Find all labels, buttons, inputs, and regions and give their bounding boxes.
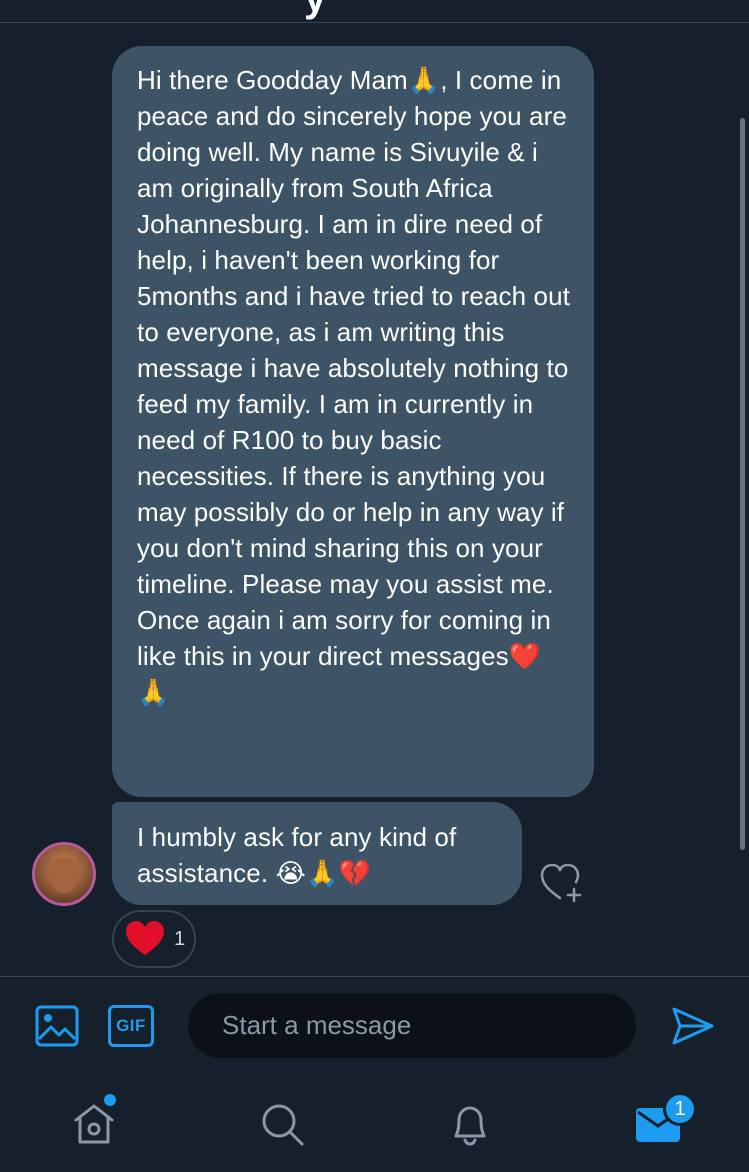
home-icon[interactable]	[70, 1100, 118, 1148]
composer-divider	[0, 976, 749, 977]
heart-icon	[126, 921, 164, 955]
message-input[interactable]: Start a message	[188, 993, 636, 1058]
avatar[interactable]	[32, 842, 96, 906]
scrollbar[interactable]	[740, 118, 745, 850]
image-icon[interactable]	[35, 1005, 79, 1047]
mail-badge: 1	[663, 1092, 697, 1126]
heart-add-icon[interactable]	[538, 860, 586, 904]
home-notification-dot	[104, 1094, 116, 1106]
message-bubble[interactable]: I humbly ask for any kind of assistance.…	[112, 802, 522, 905]
gif-button[interactable]: GIF	[108, 1005, 154, 1047]
conversation-title: y	[304, 0, 326, 18]
message-text: Hi there Goodday Mam🙏, I come in peace a…	[137, 65, 570, 707]
message-bubble[interactable]: Hi there Goodday Mam🙏, I come in peace a…	[112, 46, 594, 797]
conversation-header: y	[0, 0, 749, 23]
avatar-face	[49, 857, 79, 893]
dm-conversation-screen: y Hi there Goodday Mam🙏, I come in peace…	[0, 0, 749, 1172]
bell-icon[interactable]	[446, 1100, 494, 1148]
send-icon[interactable]	[670, 1003, 716, 1049]
search-icon[interactable]	[258, 1100, 306, 1148]
message-input-placeholder: Start a message	[222, 1010, 412, 1040]
reaction-pill[interactable]: 1	[112, 910, 196, 968]
reaction-count: 1	[174, 927, 186, 950]
message-text: I humbly ask for any kind of assistance.…	[137, 822, 457, 888]
